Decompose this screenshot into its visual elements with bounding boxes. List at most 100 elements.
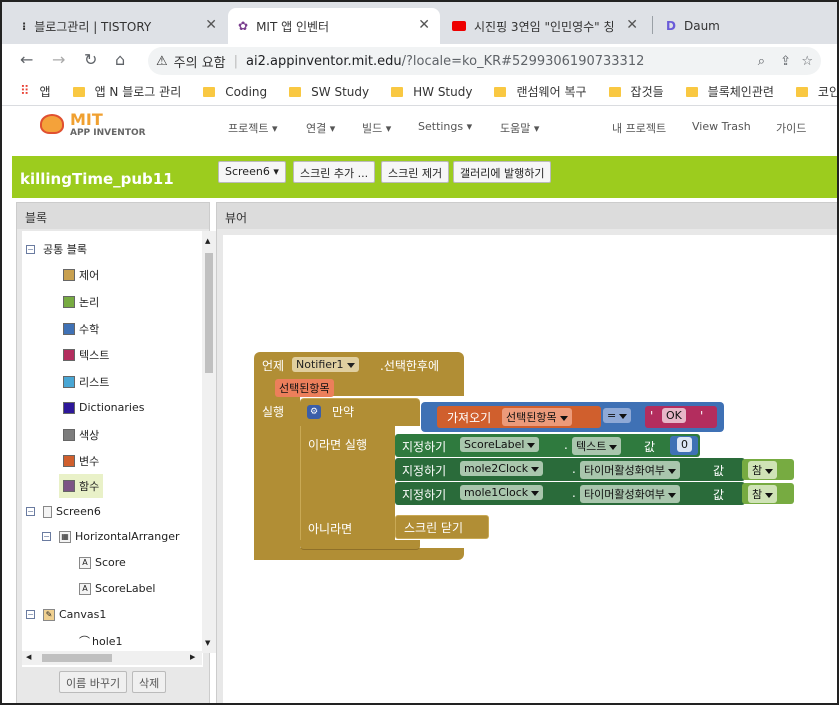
close-icon[interactable]: ✕	[205, 17, 217, 33]
category-procedure[interactable]: 함수	[59, 474, 104, 498]
zoom-icon[interactable]: ⌕	[758, 54, 765, 69]
swatch-icon	[63, 401, 75, 414]
bookmark-item[interactable]: SW Study	[289, 85, 369, 99]
reload-icon[interactable]: ↻	[84, 50, 97, 69]
publish-gallery-button[interactable]: 갤러리에 발행하기	[453, 161, 552, 183]
tab-tistory[interactable]: ⁝ 블로그관리 | TISTORY ✕	[12, 8, 227, 44]
scroll-thumb[interactable]	[42, 654, 112, 662]
bookmark-item[interactable]: Coding	[203, 85, 267, 99]
category-list[interactable]: 리스트	[63, 374, 109, 390]
to-label: 값	[644, 440, 656, 454]
prop-dropdown[interactable]: 타이머활성화여부	[580, 485, 680, 503]
close-icon[interactable]: ✕	[626, 17, 638, 33]
scroll-up-icon[interactable]: ▲	[205, 237, 210, 245]
menu-help[interactable]: 도움말 ▾	[500, 120, 539, 136]
operator-dropdown[interactable]: =	[603, 408, 632, 423]
forward-icon[interactable]: →	[52, 50, 65, 69]
folder-icon	[685, 86, 698, 97]
text-value[interactable]: OK	[662, 408, 686, 423]
rename-button[interactable]: 이름 바꾸기	[59, 671, 128, 693]
collapse-icon[interactable]: −	[26, 244, 35, 254]
logo-app-inventor: APP INVENTOR	[70, 128, 146, 138]
tree-score[interactable]: A Score	[79, 556, 126, 569]
tab-daum[interactable]: D Daum	[656, 8, 839, 44]
collapse-icon[interactable]: −	[42, 532, 51, 541]
comp-dropdown[interactable]: ScoreLabel	[460, 437, 540, 452]
menu-build[interactable]: 빌드 ▾	[362, 120, 391, 136]
bookmark-apps[interactable]: ⠿ 앱	[20, 83, 51, 100]
bookmark-item[interactable]: 블록체인관련	[685, 83, 774, 100]
category-dictionaries[interactable]: Dictionaries	[63, 401, 144, 414]
panel-title: 블록	[17, 203, 209, 229]
comp-dropdown[interactable]: mole1Clock	[460, 485, 544, 500]
scroll-down-icon[interactable]: ▼	[205, 639, 210, 647]
back-icon[interactable]: ←	[20, 50, 33, 69]
menu-settings[interactable]: Settings ▾	[418, 120, 472, 133]
event-do: 실행	[262, 405, 285, 419]
scroll-right-icon[interactable]: ▶	[190, 653, 195, 661]
event-when: 언제	[262, 359, 285, 373]
tab-youtube[interactable]: 시진핑 3연임 "인민영수" 칭 ✕	[442, 8, 648, 44]
tree-root[interactable]: − 공통 블록	[26, 241, 87, 257]
set-mole1clock-block[interactable]	[395, 482, 745, 505]
category-logic[interactable]: 논리	[63, 294, 99, 310]
set-mole2clock-block[interactable]	[395, 458, 745, 481]
scroll-left-icon[interactable]: ◀	[26, 653, 31, 661]
menu-connect[interactable]: 연결 ▾	[306, 120, 335, 136]
comp-dropdown[interactable]: mole2Clock	[460, 461, 544, 476]
remove-screen-button[interactable]: 스크린 제거	[381, 161, 450, 183]
tree-canvas[interactable]: − ✎ Canvas1	[26, 608, 106, 621]
gear-icon[interactable]: ⚙	[307, 405, 321, 419]
logic-value[interactable]: 참	[748, 461, 778, 479]
warning-icon: ⚠	[156, 53, 168, 69]
to-label: 값	[713, 464, 725, 478]
prop-dropdown[interactable]: 텍스트	[572, 437, 622, 455]
tree-scorelabel[interactable]: A ScoreLabel	[79, 582, 155, 595]
if-label: 만약	[332, 405, 355, 419]
bookmark-item[interactable]: 랜섬웨어 복구	[494, 83, 587, 100]
category-math[interactable]: 수학	[63, 321, 99, 337]
add-screen-button[interactable]: 스크린 추가 ...	[293, 161, 376, 183]
bookmark-item[interactable]: 코인어	[795, 83, 839, 100]
menu-project[interactable]: 프로젝트 ▾	[228, 120, 278, 136]
screen-select[interactable]: Screen6 ▾	[218, 161, 286, 183]
tab-separator	[652, 16, 653, 34]
component-dropdown[interactable]: Notifier1	[292, 357, 359, 372]
delete-button[interactable]: 삭제	[132, 671, 167, 693]
link-guide[interactable]: 가이드	[776, 120, 806, 136]
link-my-projects[interactable]: 내 프로젝트	[612, 120, 666, 136]
category-color[interactable]: 색상	[63, 427, 99, 443]
apps-grid-icon: ⠿	[20, 84, 30, 99]
number-value[interactable]: 0	[677, 437, 692, 452]
horizontal-scrollbar[interactable]: ◀ ▶	[22, 651, 202, 665]
prop-dropdown[interactable]: 타이머활성화여부	[580, 461, 680, 479]
category-control[interactable]: 제어	[63, 267, 99, 283]
category-variable[interactable]: 변수	[63, 453, 99, 469]
logic-value[interactable]: 참	[748, 485, 778, 503]
bookmark-item[interactable]: 잡것들	[608, 83, 664, 100]
collapse-icon[interactable]: −	[26, 507, 35, 516]
scroll-thumb[interactable]	[205, 253, 213, 373]
tree-screen[interactable]: − Screen6	[26, 505, 101, 518]
tree-hole1[interactable]: ⌒ hole1	[79, 633, 123, 649]
star-icon[interactable]: ☆	[801, 54, 813, 69]
tab-mit[interactable]: ✿ MIT 앱 인벤터 ✕	[228, 8, 440, 44]
collapse-icon[interactable]: −	[26, 610, 35, 619]
swatch-icon	[63, 323, 75, 335]
close-icon[interactable]: ✕	[418, 17, 430, 33]
get-var-dropdown[interactable]: 선택된항목	[502, 408, 572, 426]
vertical-scrollbar[interactable]: ▲ ▼	[202, 231, 216, 653]
blocks-panel: 블록 − 공통 블록 제어 논리 수학 텍스트 리스트 Dictionaries …	[16, 202, 216, 705]
bookmark-item[interactable]: 앱 N 블로그 관리	[72, 83, 181, 100]
mit-logo[interactable]: MIT APP INVENTOR	[40, 110, 150, 144]
tree-horizontal-arrangement[interactable]: − ▦ HorizontalArranger	[42, 530, 180, 543]
param-selection[interactable]: 선택된항목	[275, 379, 334, 397]
set-verb: 지정하기	[402, 440, 447, 454]
category-text[interactable]: 텍스트	[63, 347, 109, 363]
bookmark-item[interactable]: HW Study	[391, 85, 472, 99]
folder-icon	[203, 86, 216, 97]
home-icon[interactable]: ⌂	[115, 50, 125, 69]
share-icon[interactable]: ⇪	[780, 54, 791, 69]
link-view-trash[interactable]: View Trash	[692, 120, 751, 133]
address-bar[interactable]: ⚠ 주의 요함 | ai2.appinventor.mit.edu /?loca…	[148, 47, 821, 75]
